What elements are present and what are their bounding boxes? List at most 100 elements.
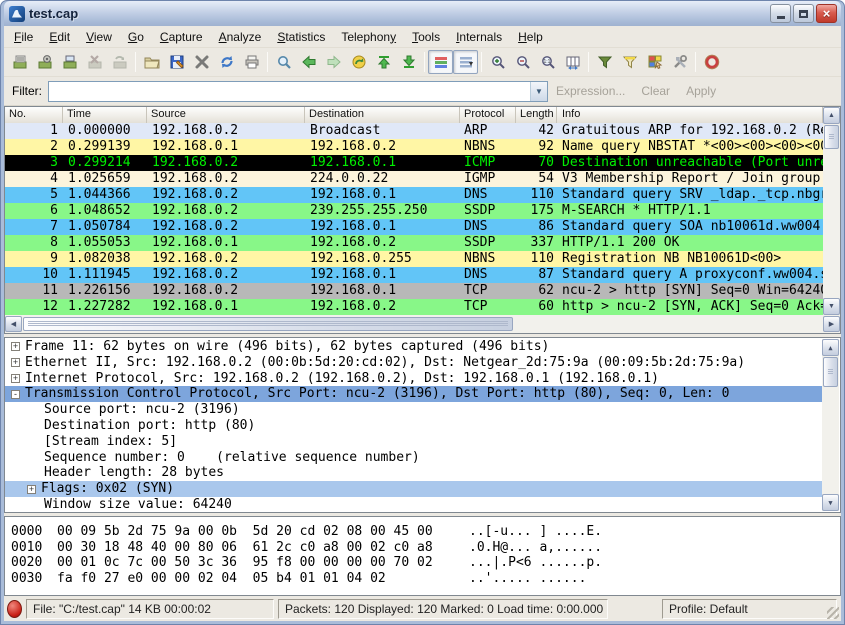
menu-edit[interactable]: Edit [41, 27, 78, 47]
expander-icon[interactable]: + [11, 374, 20, 383]
menu-statistics[interactable]: Statistics [269, 27, 333, 47]
expander-icon[interactable]: + [27, 485, 36, 494]
scroll-right-arrow-icon[interactable]: ▶ [823, 316, 840, 332]
hex-row[interactable]: 0030fa f0 27 e0 00 00 02 04 05 b4 01 01 … [11, 571, 840, 587]
reload-button[interactable] [214, 50, 239, 74]
column-header-info[interactable]: Info [557, 107, 823, 123]
menu-file[interactable]: File [6, 27, 41, 47]
packet-list-horizontal-scrollbar[interactable]: ◀ ▶ [5, 315, 840, 333]
list-interfaces-button[interactable] [7, 50, 32, 74]
apply-button[interactable]: Apply [686, 84, 716, 98]
minimize-button[interactable] [770, 4, 791, 23]
auto-scroll-toggle-button[interactable] [453, 50, 478, 74]
detail-line-source-port[interactable]: Source port: ncu-2 (3196) [5, 402, 823, 418]
packet-row-6[interactable]: 61.048652192.168.0.2239.255.255.250SSDP1… [5, 203, 823, 219]
zoom-in-button[interactable] [485, 50, 510, 74]
details-vertical-scrollbar[interactable]: ▲ ▼ [822, 339, 839, 511]
packet-row-2[interactable]: 20.299139192.168.0.1192.168.0.2NBNS92Nam… [5, 139, 823, 155]
display-filter-button[interactable] [617, 50, 642, 74]
scrollbar-thumb[interactable] [23, 317, 513, 331]
scrollbar-track[interactable] [823, 150, 840, 298]
capture-filter-button[interactable] [592, 50, 617, 74]
menu-analyze[interactable]: Analyze [211, 27, 270, 47]
detail-line-stream-index[interactable]: [Stream index: 5] [5, 434, 823, 450]
close-button[interactable]: × [816, 4, 837, 23]
scroll-up-arrow-icon[interactable]: ▲ [823, 107, 840, 124]
detail-line-window-size[interactable]: Window size value: 64240 [5, 497, 823, 513]
coloring-rules-button[interactable] [642, 50, 667, 74]
resize-columns-button[interactable] [560, 50, 585, 74]
filter-dropdown-button[interactable]: ▼ [530, 82, 547, 101]
scroll-down-arrow-icon[interactable]: ▼ [823, 298, 840, 315]
help-button[interactable] [699, 50, 724, 74]
capture-restart-button[interactable] [107, 50, 132, 74]
packet-row-9[interactable]: 91.082038192.168.0.2192.168.0.255NBNS110… [5, 251, 823, 267]
find-packet-button[interactable] [271, 50, 296, 74]
packet-row-3[interactable]: 30.299214192.168.0.2192.168.0.1ICMP70Des… [5, 155, 823, 171]
save-file-button[interactable] [164, 50, 189, 74]
print-button[interactable] [239, 50, 264, 74]
menu-tools[interactable]: Tools [404, 27, 448, 47]
column-header-protocol[interactable]: Protocol [460, 107, 516, 123]
go-to-packet-button[interactable] [346, 50, 371, 74]
scrollbar-thumb[interactable] [824, 125, 839, 149]
capture-start-button[interactable] [57, 50, 82, 74]
scrollbar-track[interactable] [822, 388, 839, 494]
capture-stop-button[interactable] [82, 50, 107, 74]
expander-icon[interactable]: + [11, 358, 20, 367]
column-header-time[interactable]: Time [63, 107, 147, 123]
zoom-100-button[interactable]: 1:1 [535, 50, 560, 74]
packet-row-10[interactable]: 101.111945192.168.0.2192.168.0.1DNS87Sta… [5, 267, 823, 283]
filter-input[interactable] [49, 82, 530, 101]
menu-go[interactable]: Go [120, 27, 152, 47]
packet-list-vertical-scrollbar[interactable]: ▲ ▼ [823, 107, 840, 315]
menu-telephony[interactable]: Telephony [333, 27, 404, 47]
detail-line-frame[interactable]: +Frame 11: 62 bytes on wire (496 bits), … [5, 339, 823, 355]
column-header-source[interactable]: Source [147, 107, 305, 123]
detail-line-destination-port[interactable]: Destination port: http (80) [5, 418, 823, 434]
clear-button[interactable]: Clear [641, 84, 670, 98]
go-to-top-button[interactable] [371, 50, 396, 74]
statusbar-profile[interactable]: Profile: Default [662, 599, 837, 619]
detail-line-ip[interactable]: +Internet Protocol, Src: 192.168.0.2 (19… [5, 371, 823, 387]
zoom-out-button[interactable] [510, 50, 535, 74]
detail-line-header-length[interactable]: Header length: 28 bytes [5, 465, 823, 481]
colorize-toggle-button[interactable] [428, 50, 453, 74]
menu-internals[interactable]: Internals [448, 27, 510, 47]
packet-row-8[interactable]: 81.055053192.168.0.1192.168.0.2SSDP337HT… [5, 235, 823, 251]
go-back-button[interactable] [296, 50, 321, 74]
expert-info-indicator[interactable] [7, 600, 22, 618]
detail-line-sequence-number[interactable]: Sequence number: 0 (relative sequence nu… [5, 450, 823, 466]
go-to-bottom-button[interactable] [396, 50, 421, 74]
preferences-button[interactable] [667, 50, 692, 74]
column-header-destination[interactable]: Destination [305, 107, 460, 123]
menu-view[interactable]: View [78, 27, 120, 47]
scrollbar-thumb[interactable] [823, 357, 838, 387]
resize-grip[interactable] [827, 607, 839, 619]
scroll-down-arrow-icon[interactable]: ▼ [822, 494, 839, 511]
detail-line-flags[interactable]: +Flags: 0x02 (SYN) [5, 481, 823, 497]
column-header-length[interactable]: Length [516, 107, 557, 123]
column-header-no[interactable]: No. [5, 107, 63, 123]
packet-row-4[interactable]: 41.025659192.168.0.2224.0.0.22IGMP54V3 M… [5, 171, 823, 187]
packet-row-1[interactable]: 10.000000192.168.0.2BroadcastARP42Gratui… [5, 123, 823, 139]
hex-row[interactable]: 002000 01 0c 7c 00 50 3c 36 95 f8 00 00 … [11, 555, 840, 571]
go-forward-button[interactable] [321, 50, 346, 74]
capture-options-button[interactable] [32, 50, 57, 74]
expander-icon[interactable]: - [11, 390, 20, 399]
detail-line-tcp-selected[interactable]: -Transmission Control Protocol, Src Port… [5, 386, 823, 402]
open-file-button[interactable] [139, 50, 164, 74]
expression-button[interactable]: Expression... [556, 84, 625, 98]
maximize-button[interactable] [793, 4, 814, 23]
expander-icon[interactable]: + [11, 342, 20, 351]
scroll-up-arrow-icon[interactable]: ▲ [822, 339, 839, 356]
menu-help[interactable]: Help [510, 27, 551, 47]
scroll-left-arrow-icon[interactable]: ◀ [5, 316, 22, 332]
packet-row-7[interactable]: 71.050784192.168.0.2192.168.0.1DNS86Stan… [5, 219, 823, 235]
packet-row-5[interactable]: 51.044366192.168.0.2192.168.0.1DNS110Sta… [5, 187, 823, 203]
hex-row[interactable]: 000000 09 5b 2d 75 9a 00 0b 5d 20 cd 02 … [11, 524, 840, 540]
close-file-button[interactable] [189, 50, 214, 74]
titlebar[interactable]: test.cap × [4, 1, 841, 26]
menu-capture[interactable]: Capture [152, 27, 211, 47]
hex-row[interactable]: 001000 30 18 48 40 00 80 06 61 2c c0 a8 … [11, 540, 840, 556]
